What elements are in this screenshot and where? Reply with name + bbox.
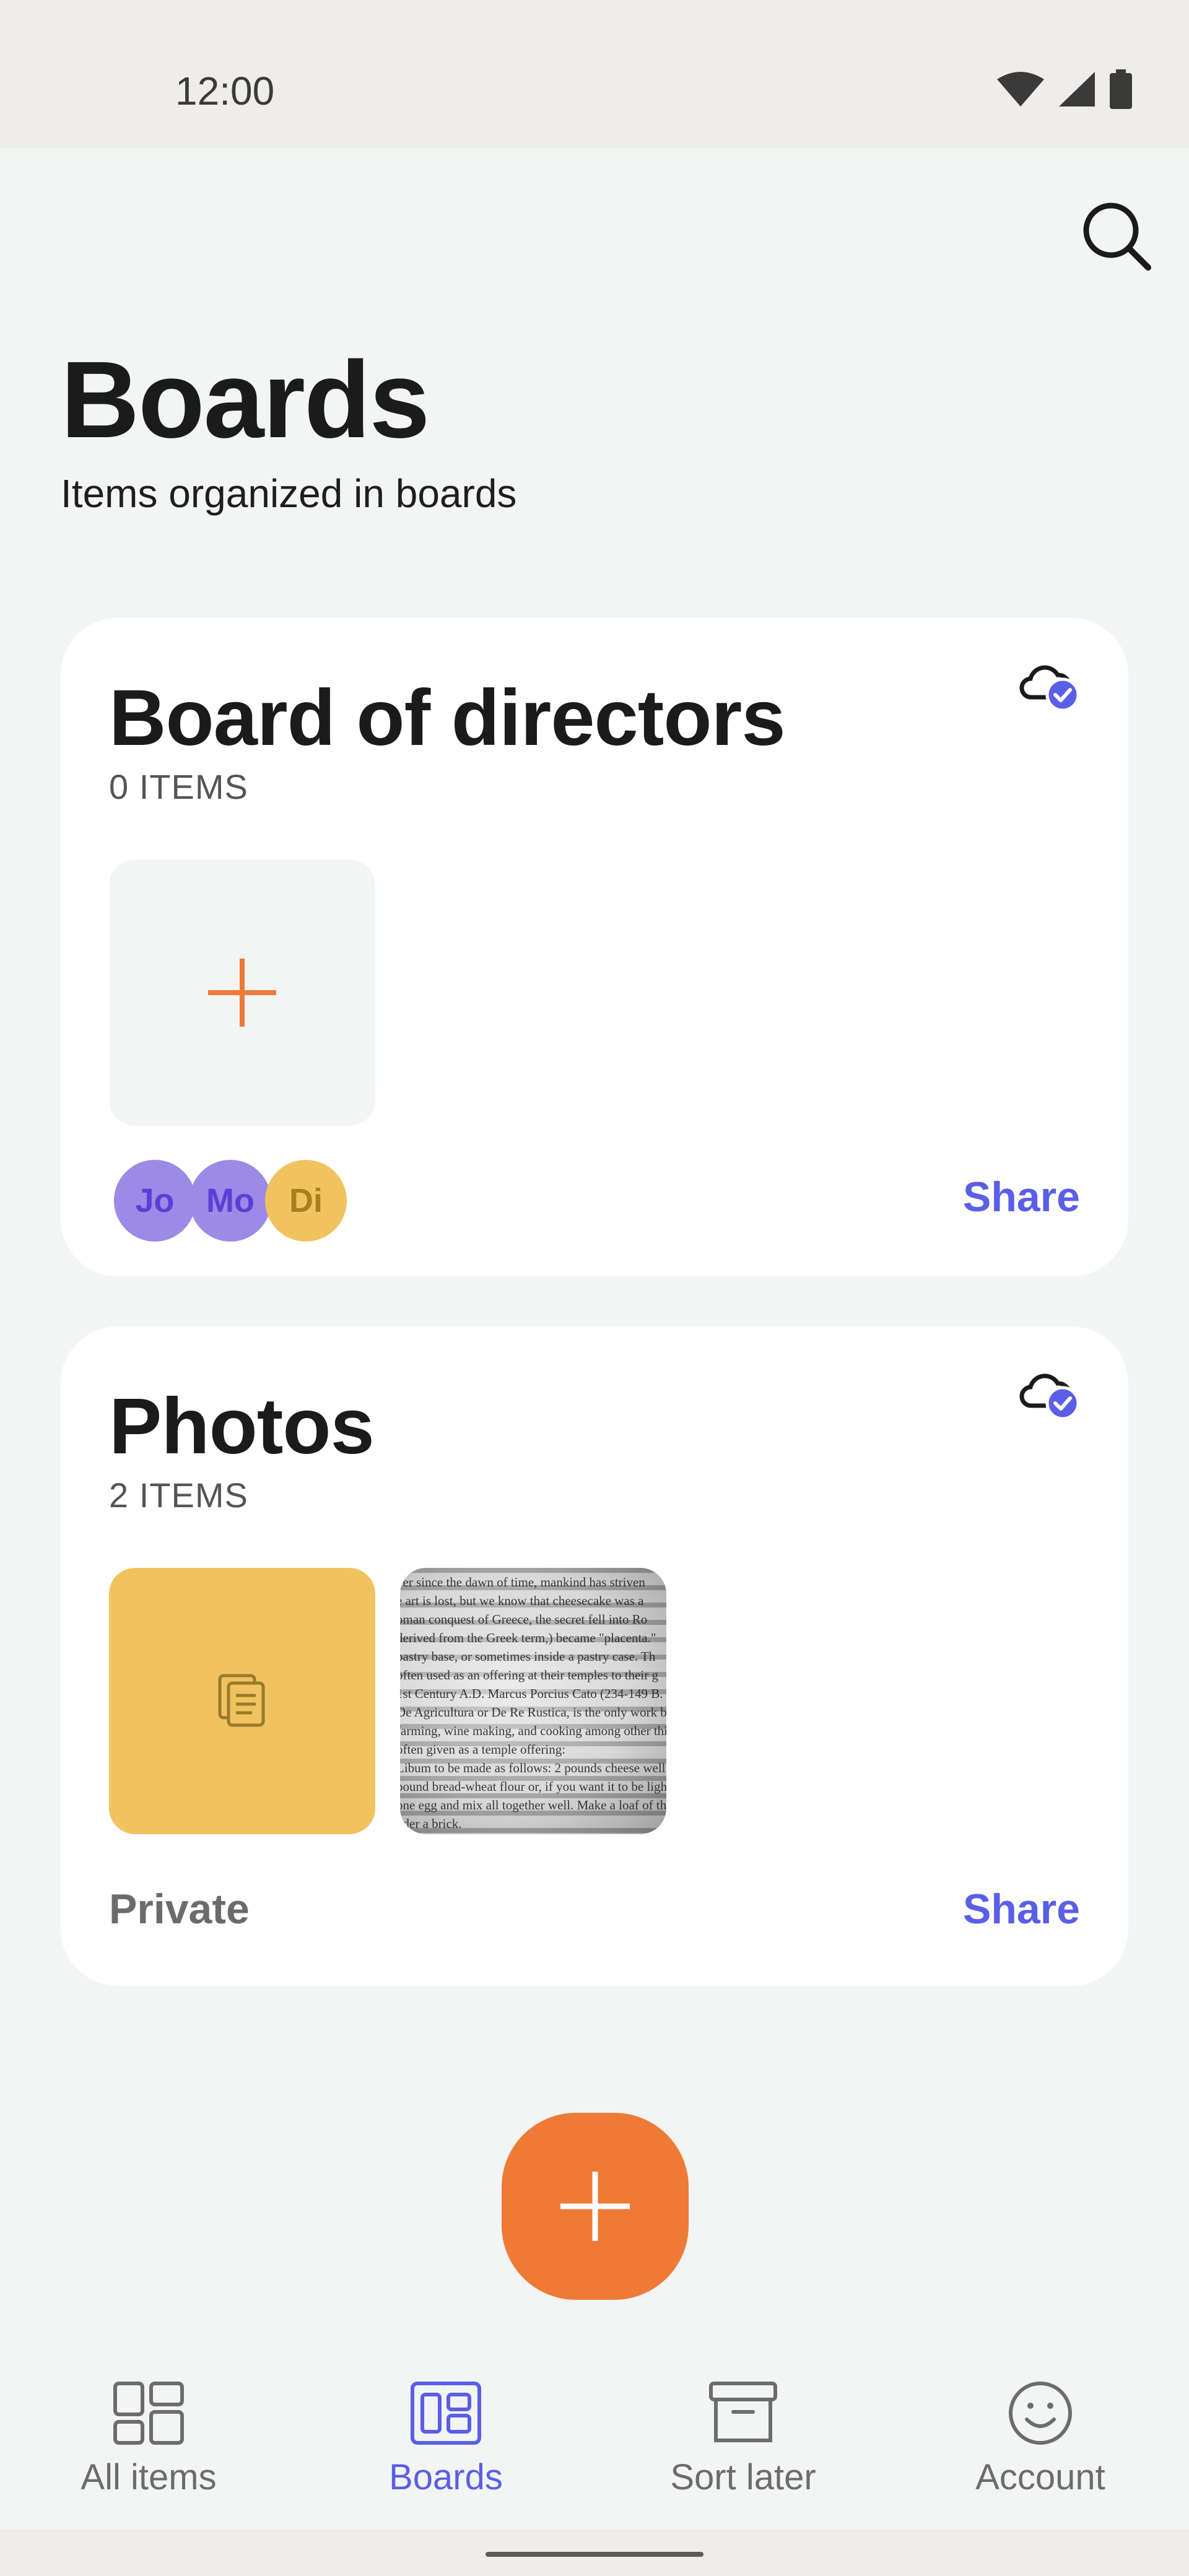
nav-label: Boards	[389, 2457, 503, 2497]
visibility-label: Private	[109, 1886, 250, 1933]
signal-icon	[1059, 72, 1095, 107]
battery-icon	[1110, 69, 1132, 109]
gesture-area	[0, 2530, 1189, 2576]
board-item-count: 2 ITEMS	[109, 1476, 248, 1515]
all-items-icon	[113, 2382, 184, 2445]
nav-label: Account	[975, 2457, 1105, 2497]
add-item-tile[interactable]	[109, 859, 375, 1126]
nav-label: Sort later	[670, 2457, 816, 2497]
wifi-icon	[997, 72, 1044, 107]
member-avatars[interactable]: Jo Mo Di	[114, 1160, 347, 1242]
share-button[interactable]: Share	[963, 1885, 1080, 1933]
status-icons	[996, 69, 1133, 109]
page-subtitle: Items organized in boards	[61, 471, 517, 516]
search-button[interactable]	[1079, 198, 1153, 272]
board-card-board-of-directors[interactable]: Board of directors 0 ITEMS Jo Mo Di Shar…	[61, 618, 1128, 1276]
photo-thumbnail-text: ver since the dawn of time, mankind has …	[400, 1575, 666, 1831]
note-item-tile[interactable]	[109, 1568, 375, 1834]
smiley-icon	[1009, 2382, 1072, 2445]
boards-icon	[411, 2382, 481, 2445]
nav-item-account[interactable]: Account	[892, 2381, 1189, 2498]
nav-item-all-items[interactable]: All items	[0, 2381, 297, 2498]
photo-item-tile[interactable]: ver since the dawn of time, mankind has …	[400, 1568, 666, 1834]
cloud-check-icon	[1019, 1373, 1080, 1419]
nav-item-sort-later[interactable]: Sort later	[594, 2381, 892, 2498]
note-icon	[218, 1674, 265, 1727]
page-title: Boards	[61, 339, 430, 461]
add-fab-button[interactable]	[502, 2113, 689, 2300]
board-title: Photos	[109, 1382, 375, 1471]
avatar: Di	[265, 1160, 347, 1242]
plus-icon	[560, 2172, 630, 2241]
avatar: Mo	[189, 1160, 271, 1242]
share-button[interactable]: Share	[963, 1173, 1080, 1221]
cloud-check-icon	[1019, 665, 1080, 711]
board-title: Board of directors	[109, 674, 785, 762]
nav-label: All items	[81, 2457, 217, 2497]
board-item-count: 0 ITEMS	[109, 767, 248, 806]
bottom-nav: All items Boards Sort later Account	[0, 2353, 1189, 2533]
status-time: 12:00	[175, 69, 275, 113]
archive-icon	[709, 2382, 777, 2442]
plus-icon	[208, 959, 276, 1027]
gesture-handle[interactable]	[486, 2552, 703, 2557]
status-bar: 12:00	[0, 0, 1189, 149]
nav-item-boards[interactable]: Boards	[297, 2381, 594, 2498]
search-icon	[1083, 202, 1151, 271]
avatar: Jo	[114, 1160, 196, 1242]
board-card-photos[interactable]: Photos 2 ITEMS ver since the dawn of tim…	[61, 1326, 1128, 1986]
